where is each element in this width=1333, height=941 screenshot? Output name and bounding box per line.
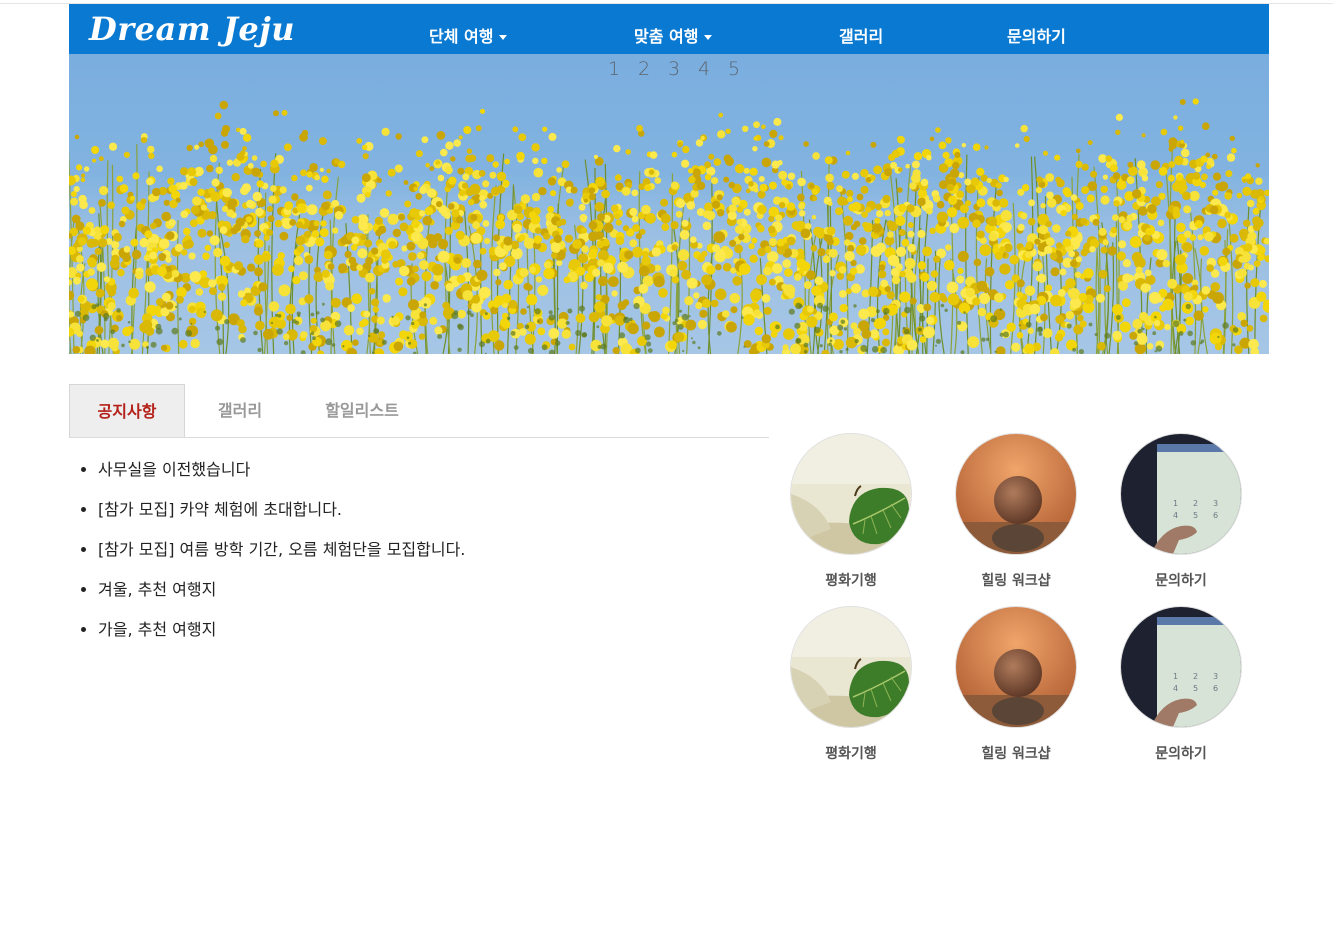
gallery-label: 문의하기 bbox=[1155, 573, 1207, 589]
notice-item[interactable]: [참가 모집] 여름 방학 기간, 오름 체험단을 모집합니다. bbox=[98, 540, 778, 560]
notice-item[interactable]: 가을, 추천 여행지 bbox=[98, 620, 778, 640]
notice-item[interactable]: 사무실을 이전했습니다 bbox=[98, 460, 778, 480]
nav-group-travel[interactable]: 단체 여행 bbox=[429, 23, 508, 47]
gallery-item-contact[interactable]: 1 2 3 4 5 6 문의하기 bbox=[1121, 434, 1241, 590]
page-wrapper: Dream Jeju 단체 여행 맞춤 여행 갤러리 문의하기 12345 bbox=[69, 4, 1269, 354]
slider-page-3[interactable]: 3 bbox=[659, 58, 689, 80]
stones-thumbnail bbox=[956, 607, 1076, 727]
svg-text:5: 5 bbox=[1193, 511, 1198, 520]
gallery-label: 힐링 워크샵 bbox=[981, 746, 1051, 762]
stones-image bbox=[956, 607, 1076, 727]
svg-text:1: 1 bbox=[1173, 499, 1178, 508]
gallery-label: 힐링 워크샵 bbox=[981, 573, 1051, 589]
svg-text:5: 5 bbox=[1193, 684, 1198, 693]
svg-text:4: 4 bbox=[1173, 684, 1178, 693]
leaf-thumbnail bbox=[791, 607, 911, 727]
tab-todo-list[interactable]: 할일리스트 bbox=[305, 384, 419, 437]
gallery-grid: 평화기행 힐링 워크샵 1 2 3 4 5 6 문의하기 평화기행 힐링 워크샵 1 2… bbox=[791, 434, 1241, 774]
svg-text:6: 6 bbox=[1213, 511, 1218, 520]
svg-text:3: 3 bbox=[1213, 672, 1218, 681]
gallery-item-peace-trip[interactable]: 평화기행 bbox=[791, 607, 911, 763]
gallery-item-peace-trip[interactable]: 평화기행 bbox=[791, 434, 911, 590]
site-header: Dream Jeju 단체 여행 맞춤 여행 갤러리 문의하기 bbox=[69, 4, 1269, 54]
svg-text:1: 1 bbox=[1173, 672, 1178, 681]
phone-thumbnail: 1 2 3 4 5 6 bbox=[1121, 607, 1241, 727]
nav-label: 맞춤 여행 bbox=[634, 27, 699, 46]
svg-text:2: 2 bbox=[1193, 672, 1198, 681]
site-logo[interactable]: Dream Jeju bbox=[89, 10, 295, 48]
svg-text:4: 4 bbox=[1173, 511, 1178, 520]
slider-page-4[interactable]: 4 bbox=[689, 58, 719, 80]
gallery-item-healing-workshop[interactable]: 힐링 워크샵 bbox=[956, 434, 1076, 590]
notice-list: 사무실을 이전했습니다 [참가 모집] 카약 체험에 초대합니다. [참가 모집… bbox=[78, 460, 778, 660]
svg-text:3: 3 bbox=[1213, 499, 1218, 508]
tab-gallery[interactable]: 갤러리 bbox=[185, 384, 295, 437]
content-tabs: 공지사항 갤러리 할일리스트 bbox=[69, 384, 769, 438]
gallery-label: 평화기행 bbox=[825, 746, 877, 762]
slider-pagination: 12345 bbox=[599, 58, 749, 80]
hero-slider[interactable]: 12345 bbox=[69, 54, 1269, 354]
slider-page-2[interactable]: 2 bbox=[629, 58, 659, 80]
slider-page-5[interactable]: 5 bbox=[719, 58, 749, 80]
nav-label: 단체 여행 bbox=[429, 27, 494, 46]
nav-label: 갤러리 bbox=[839, 27, 884, 46]
notice-item[interactable]: [참가 모집] 카약 체험에 초대합니다. bbox=[98, 500, 778, 520]
nav-label: 문의하기 bbox=[1007, 27, 1066, 46]
slider-page-1[interactable]: 1 bbox=[599, 58, 629, 80]
phone-image: 1 2 3 4 5 6 bbox=[1121, 607, 1241, 727]
gallery-label: 문의하기 bbox=[1155, 746, 1207, 762]
caret-down-icon bbox=[704, 35, 713, 40]
stones-image bbox=[956, 434, 1076, 554]
gallery-label: 평화기행 bbox=[825, 573, 877, 589]
gallery-item-healing-workshop[interactable]: 힐링 워크샵 bbox=[956, 607, 1076, 763]
nav-contact[interactable]: 문의하기 bbox=[1007, 23, 1066, 47]
phone-thumbnail: 1 2 3 4 5 6 bbox=[1121, 434, 1241, 554]
svg-text:2: 2 bbox=[1193, 499, 1198, 508]
leaf-image bbox=[791, 607, 911, 727]
nav-gallery[interactable]: 갤러리 bbox=[839, 23, 883, 47]
leaf-thumbnail bbox=[791, 434, 911, 554]
notice-item[interactable]: 겨울, 추천 여행지 bbox=[98, 580, 778, 600]
leaf-image bbox=[791, 434, 911, 554]
nav-custom-travel[interactable]: 맞춤 여행 bbox=[634, 23, 713, 47]
stones-thumbnail bbox=[956, 434, 1076, 554]
canola-flowers-image bbox=[69, 98, 1269, 354]
caret-down-icon bbox=[499, 35, 508, 40]
tab-notices[interactable]: 공지사항 bbox=[69, 384, 185, 437]
gallery-item-contact[interactable]: 1 2 3 4 5 6 문의하기 bbox=[1121, 607, 1241, 763]
svg-text:6: 6 bbox=[1213, 684, 1218, 693]
phone-image: 1 2 3 4 5 6 bbox=[1121, 434, 1241, 554]
